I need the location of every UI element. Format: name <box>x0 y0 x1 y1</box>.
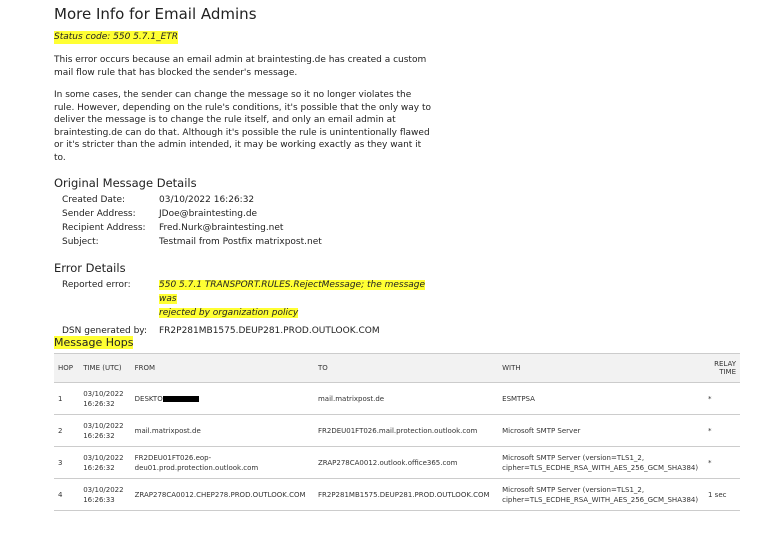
hop-time: 16:26:32 <box>83 463 115 472</box>
hop-row: 1 03/10/2022 16:26:32 DESKTO mail.matrixp… <box>54 382 740 415</box>
hop-from: DESKTO <box>134 394 163 403</box>
hop-with: Microsoft SMTP Server (version=TLS1_2, <box>502 485 645 494</box>
detail-row: Created Date: 03/10/2022 16:26:32 <box>62 193 744 207</box>
message-hops-heading: Message Hops <box>54 336 134 349</box>
detail-value: Testmail from Postfix matrixpost.net <box>159 237 322 247</box>
hop-date: 03/10/2022 <box>83 389 124 398</box>
hops-table: HOP TIME (UTC) FROM TO WITH RELAY TIME 1 03/1… <box>54 353 740 511</box>
hop-relay: * <box>704 382 740 415</box>
page-title: More Info for Email Admins <box>54 5 257 23</box>
reported-error-line2: rejected by organization policy <box>159 308 299 318</box>
status-code: Status code: 550 5.7.1_ETR <box>54 31 179 44</box>
hop-to: ZRAP278CA0012.outlook.office365.com <box>313 446 499 479</box>
reported-error-line1: 550 5.7.1 TRANSPORT.RULES.RejectMessage;… <box>159 280 426 304</box>
hop-from: ZRAP278CA0012.CHEP278.PROD.OUTLOOK.COM <box>134 490 306 499</box>
column-header: TO <box>313 353 499 383</box>
dsn-row: DSN generated by: FR2P281MB1575.DEUP281.… <box>62 324 744 338</box>
detail-label: Created Date: <box>62 195 126 205</box>
reported-error-label: Reported error: <box>62 280 131 290</box>
detail-value: Fred.Nurk@braintesting.net <box>159 223 284 233</box>
hop-row: 3 03/10/2022 16:26:32 FR2DEU01FT026.eop-d… <box>54 446 740 479</box>
column-header: TIME (UTC) <box>79 353 131 383</box>
hop-to: FR2P281MB1575.DEUP281.PROD.OUTLOOK.COM <box>313 478 499 511</box>
hop-with: ESMTPSA <box>502 394 535 403</box>
column-header: RELAY TIME <box>704 353 740 383</box>
detail-row: Recipient Address: Fred.Nurk@braintesting… <box>62 221 744 235</box>
dsn-value: FR2P281MB1575.DEUP281.PROD.OUTLOOK.COM <box>159 326 380 336</box>
hop-time: 16:26:32 <box>83 431 115 440</box>
hop-with-cont: cipher=TLS_ECDHE_RSA_WITH_AES_256_GCM_SH… <box>502 463 699 472</box>
hop-with: Microsoft SMTP Server (version=TLS1_2, <box>502 453 645 462</box>
detail-label: Subject: <box>62 237 99 247</box>
hop-to: mail.matrixpost.de <box>313 382 499 415</box>
hop-to: FR2DEU01FT026.mail.protection.outlook.co… <box>313 414 499 447</box>
hop-from: mail.matrixpost.de <box>134 426 201 435</box>
hop-row: 4 03/10/2022 16:26:33 ZRAP278CA0012.CHEP2… <box>54 478 740 511</box>
hop-date: 03/10/2022 <box>83 453 124 462</box>
hop-number: 4 <box>54 478 80 511</box>
hop-time: 16:26:33 <box>83 495 115 504</box>
explanation-paragraph-2: In some cases, the sender can change the… <box>54 90 432 163</box>
column-header: HOP <box>54 353 80 383</box>
hop-number: 3 <box>54 446 80 479</box>
hop-with: Microsoft SMTP Server <box>502 426 581 435</box>
hop-relay: * <box>704 414 740 447</box>
hop-from: FR2DEU01FT026.eop- <box>134 453 212 462</box>
reported-error-row: Reported error: 550 5.7.1 TRANSPORT.RULE… <box>62 278 744 320</box>
hop-time: 16:26:32 <box>83 399 115 408</box>
column-header: FROM <box>130 353 314 383</box>
email-admin-info: More Info for Email Admins Status code: … <box>54 4 744 338</box>
redaction <box>162 395 199 402</box>
detail-value: 03/10/2022 16:26:32 <box>159 195 255 205</box>
hop-number: 2 <box>54 414 80 447</box>
hop-with-cont: cipher=TLS_ECDHE_RSA_WITH_AES_256_GCM_SH… <box>502 495 699 504</box>
detail-value: JDoe@braintesting.de <box>159 209 258 219</box>
hop-date: 03/10/2022 <box>83 421 124 430</box>
hop-relay: * <box>704 446 740 479</box>
original-heading: Original Message Details <box>54 176 197 190</box>
error-heading: Error Details <box>54 261 126 275</box>
detail-label: Recipient Address: <box>62 223 146 233</box>
hop-row: 2 03/10/2022 16:26:32 mail.matrixpost.de … <box>54 414 740 447</box>
detail-row: Sender Address: JDoe@braintesting.de <box>62 207 744 221</box>
detail-label: Sender Address: <box>62 209 136 219</box>
explanation-paragraph: This error occurs because an email admin… <box>54 55 427 78</box>
hop-date: 03/10/2022 <box>83 485 124 494</box>
detail-row: Subject: Testmail from Postfix matrixpost… <box>62 235 744 249</box>
hop-relay: 1 sec <box>704 478 740 511</box>
hop-from-cont: deu01.prod.protection.outlook.com <box>134 463 259 472</box>
hop-number: 1 <box>54 382 80 415</box>
column-header: WITH <box>498 353 704 383</box>
